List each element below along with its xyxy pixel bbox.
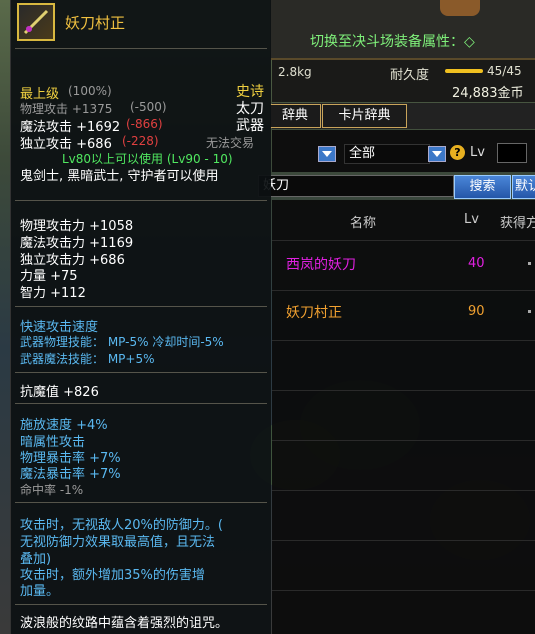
durability-label: 耐久度	[390, 68, 430, 83]
phys-attack-diff: (-500)	[130, 100, 167, 114]
item-weight: 2.8kg	[278, 65, 312, 79]
magic-attack-diff: (-866)	[126, 117, 163, 131]
hit-rate: 命中率 -1%	[20, 483, 84, 497]
list-item[interactable]	[272, 590, 535, 631]
column-header-lv: Lv	[464, 212, 479, 227]
equipment-header	[270, 0, 535, 60]
tab-card-dictionary[interactable]: 卡片辞典	[322, 104, 407, 128]
divider	[15, 403, 267, 404]
special-effect-line: 加量。	[20, 584, 60, 599]
chevron-down-icon[interactable]	[428, 146, 446, 162]
list-item[interactable]	[272, 490, 535, 531]
list-item-marker	[528, 310, 531, 313]
list-item[interactable]	[272, 540, 535, 581]
flavor-text: 波浪般的纹路中蕴含着强烈的诅咒。	[20, 616, 229, 631]
list-item-name: 西岚的妖刀	[286, 257, 356, 273]
level-filter-label: Lv	[470, 145, 485, 160]
list-item-lv: 90	[468, 304, 485, 319]
tab-dictionary[interactable]: 辞典	[270, 104, 321, 128]
independent-attack-diff: (-228)	[122, 134, 159, 148]
item-slot: 武器	[236, 118, 264, 134]
switch-arena-stats-link[interactable]: 切换至决斗场装备属性：◇	[310, 31, 475, 51]
effect-line: 魔法暴击率 +7%	[20, 467, 121, 482]
default-button[interactable]: 默认	[512, 175, 535, 199]
durability-bar	[445, 69, 483, 73]
durability-value: 45/45	[487, 64, 522, 78]
item-name: 妖刀村正	[65, 14, 126, 32]
list-item[interactable]	[272, 390, 535, 431]
help-icon[interactable]: ?	[450, 145, 465, 160]
search-input[interactable]: 妖刀	[258, 175, 454, 197]
column-header-name: 名称	[350, 216, 377, 231]
list-item-marker	[528, 262, 531, 265]
phys-attack: 物理攻击 +1375	[20, 102, 113, 116]
avatar-icon	[440, 0, 480, 16]
item-grade-percent: (100%)	[68, 84, 112, 98]
list-item-name: 妖刀村正	[286, 305, 342, 321]
divider	[15, 502, 267, 503]
list-item[interactable]	[272, 340, 535, 381]
trade-status: 无法交易	[206, 136, 255, 150]
search-button[interactable]: 搜索	[454, 175, 511, 199]
column-header-source: 获得方	[500, 216, 535, 231]
list-item[interactable]	[272, 440, 535, 481]
gold-amount: 24,883金币	[452, 86, 524, 101]
katana-icon	[17, 3, 55, 41]
skill-magic-bonus: 武器魔法技能： MP+5%	[20, 352, 155, 366]
chevron-down-icon[interactable]	[318, 146, 336, 162]
divider	[15, 306, 267, 307]
divider	[15, 604, 267, 605]
stat-line: 智力 +112	[20, 286, 86, 301]
divider	[15, 200, 267, 201]
anti-magic: 抗魔值 +826	[20, 385, 99, 400]
skill-phys-bonus: 武器物理技能： MP-5% 冷却时间-5%	[20, 335, 224, 349]
level-input[interactable]	[497, 143, 527, 163]
category-select[interactable]: 全部	[344, 144, 430, 164]
list-item-lv: 40	[468, 256, 485, 271]
class-requirement: 鬼剑士, 黑暗武士, 守护者可以使用	[20, 169, 219, 184]
divider	[15, 372, 267, 373]
divider	[15, 48, 267, 49]
